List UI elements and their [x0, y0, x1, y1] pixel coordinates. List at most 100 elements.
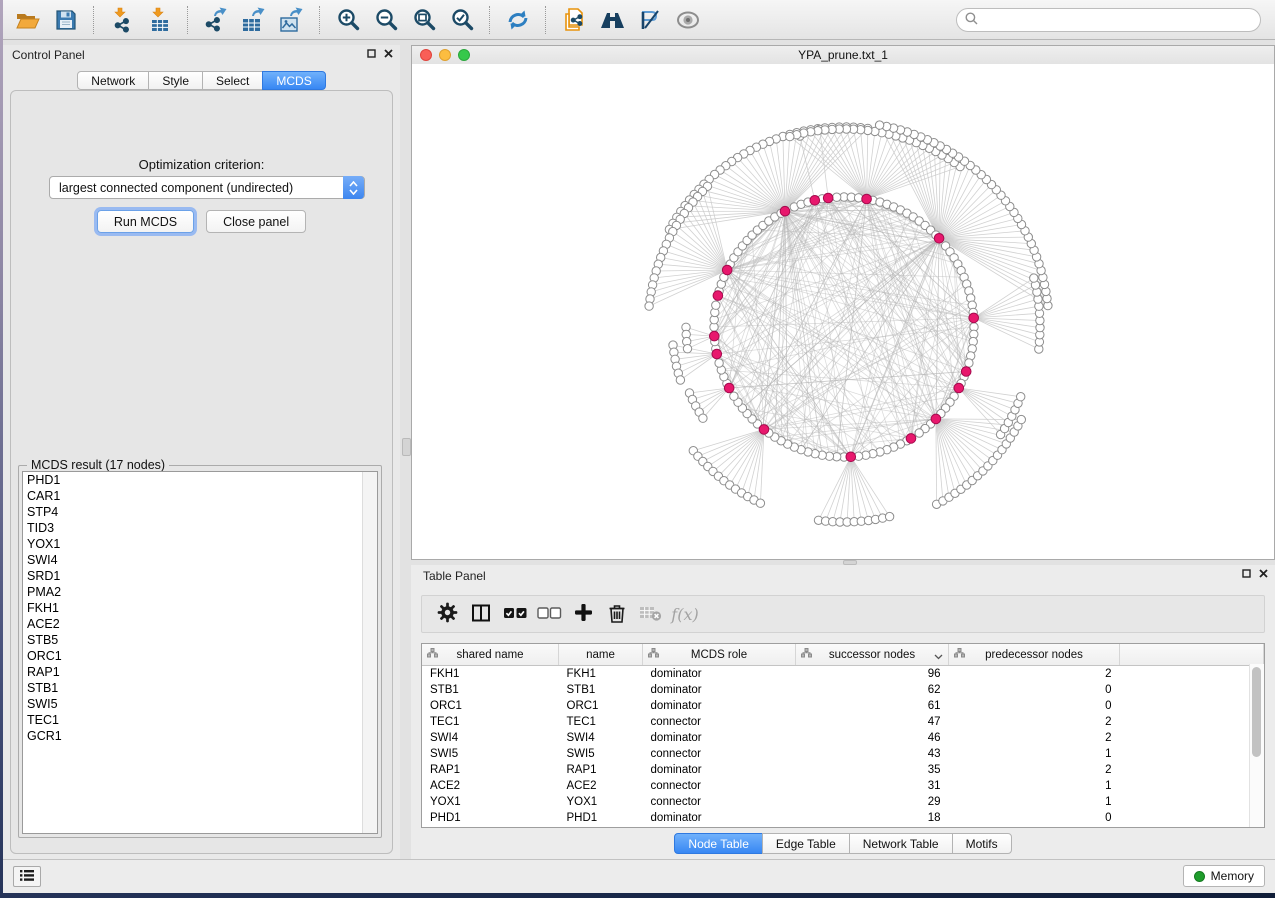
export-image-button[interactable] [275, 4, 309, 36]
main-toolbar [3, 0, 1275, 40]
toolbar-separator [93, 6, 95, 34]
open-session-button[interactable] [11, 4, 45, 36]
tab-edge-table[interactable]: Edge Table [762, 833, 850, 854]
list-item[interactable]: CAR1 [23, 488, 377, 504]
zoom-out-button[interactable] [369, 4, 403, 36]
float-panel-button[interactable] [367, 49, 376, 58]
list-item[interactable]: STB1 [23, 680, 377, 696]
list-item[interactable]: YOX1 [23, 536, 377, 552]
list-item[interactable]: SWI4 [23, 552, 377, 568]
select-stepper-icon [343, 176, 364, 199]
list-item[interactable]: GCR1 [23, 728, 377, 744]
list-item[interactable]: ACE2 [23, 616, 377, 632]
toolbar-icon-group [9, 0, 707, 39]
list-item[interactable]: PHD1 [23, 472, 377, 488]
delete-column-button[interactable] [600, 598, 634, 630]
mcds-tab-panel: Optimization criterion: largest connecte… [10, 90, 393, 854]
column-header-name[interactable]: name [559, 644, 643, 666]
toolbar-separator [187, 6, 189, 34]
table-row[interactable]: TEC1TEC1connector472 [422, 714, 1264, 730]
open-session-icon [15, 8, 41, 32]
splitter-grip[interactable] [402, 438, 411, 456]
save-session-button[interactable] [49, 4, 83, 36]
vertical-splitter[interactable] [400, 40, 411, 860]
memory-button[interactable]: Memory [1183, 865, 1265, 887]
column-header-predecessor-nodes[interactable]: predecessor nodes [949, 644, 1120, 666]
column-header-shared-name[interactable]: shared name [422, 644, 559, 666]
column-header-successor-nodes[interactable]: successor nodes [796, 644, 949, 666]
list-item[interactable]: ORC1 [23, 648, 377, 664]
tab-style[interactable]: Style [148, 71, 203, 90]
column-header-MCDS-role[interactable]: MCDS role [643, 644, 796, 666]
table-panel-title: Table Panel [423, 569, 486, 583]
close-table-panel-button[interactable] [1259, 569, 1268, 578]
zoom-selected-button[interactable] [445, 4, 479, 36]
refresh-layout-button[interactable] [501, 4, 535, 36]
tab-mcds[interactable]: MCDS [262, 71, 325, 90]
list-item[interactable]: STB5 [23, 632, 377, 648]
table-scrollbar-thumb[interactable] [1252, 667, 1261, 757]
import-table-button[interactable] [143, 4, 177, 36]
zoom-in-button[interactable] [331, 4, 365, 36]
add-column-button[interactable] [566, 598, 600, 630]
table-row[interactable]: RAP1RAP1dominator352 [422, 762, 1264, 778]
table-row[interactable]: ORC1ORC1dominator610 [422, 698, 1264, 714]
column-header-filler [1120, 644, 1264, 666]
toolbar-separator [489, 6, 491, 34]
table-row[interactable]: PHD1PHD1dominator180 [422, 810, 1264, 826]
zoom-out-icon [374, 7, 399, 32]
list-item[interactable]: TEC1 [23, 712, 377, 728]
network-window: YPA_prune.txt_1 [411, 45, 1275, 560]
list-item[interactable]: PMA2 [23, 584, 377, 600]
export-table-icon [241, 7, 268, 33]
hide-selected-button[interactable] [633, 4, 667, 36]
list-item[interactable]: STP4 [23, 504, 377, 520]
tab-network[interactable]: Network [77, 71, 149, 90]
tab-motifs[interactable]: Motifs [952, 833, 1012, 854]
mcds-result-list[interactable]: PHD1CAR1STP4TID3YOX1SWI4SRD1PMA2FKH1ACE2… [22, 471, 378, 834]
table-row[interactable]: FKH1FKH1dominator962 [422, 666, 1264, 683]
criterion-selected-value: largest connected component (undirected) [59, 181, 293, 195]
table-settings-button[interactable] [430, 598, 464, 630]
search-input[interactable] [956, 8, 1261, 32]
close-panel-button[interactable] [384, 49, 393, 58]
clone-network-button[interactable] [557, 4, 591, 36]
deselect-all-checkbox-button[interactable] [532, 598, 566, 630]
select-all-checkbox-icon [503, 606, 528, 623]
table-row[interactable]: SWI4SWI4dominator462 [422, 730, 1264, 746]
network-graph[interactable] [412, 64, 1274, 559]
export-network-button[interactable] [199, 4, 233, 36]
refresh-layout-icon [505, 8, 531, 32]
run-mcds-button[interactable]: Run MCDS [97, 210, 194, 233]
tab-network-table[interactable]: Network Table [849, 833, 953, 854]
mcds-list-scrollbar[interactable] [362, 472, 377, 833]
show-panels-button[interactable] [13, 866, 41, 887]
import-network-button[interactable] [105, 4, 139, 36]
export-table-button[interactable] [237, 4, 271, 36]
tab-select[interactable]: Select [202, 71, 263, 90]
list-item[interactable]: TID3 [23, 520, 377, 536]
show-columns-button[interactable] [464, 598, 498, 630]
import-network-icon [110, 7, 134, 33]
list-item[interactable]: SRD1 [23, 568, 377, 584]
close-panel-button-mcds[interactable]: Close panel [206, 210, 306, 233]
list-item[interactable]: FKH1 [23, 600, 377, 616]
list-item[interactable]: SWI5 [23, 696, 377, 712]
network-canvas[interactable] [412, 64, 1274, 559]
mcds-result-title: MCDS result (17 nodes) [27, 458, 169, 472]
table-row[interactable]: YOX1YOX1connector291 [422, 794, 1264, 810]
table-scrollbar[interactable] [1249, 664, 1264, 827]
control-panel-tabs: NetworkStyleSelectMCDS [3, 71, 400, 90]
zoom-fit-button[interactable] [407, 4, 441, 36]
tab-node-table[interactable]: Node Table [674, 833, 763, 854]
deselect-all-checkbox-icon [537, 606, 562, 623]
criterion-select[interactable]: largest connected component (undirected) [49, 176, 365, 199]
select-all-checkbox-button[interactable] [498, 598, 532, 630]
show-hidden-button[interactable] [671, 4, 705, 36]
search-network-button[interactable] [595, 4, 629, 36]
list-item[interactable]: RAP1 [23, 664, 377, 680]
table-row[interactable]: ACE2ACE2connector311 [422, 778, 1264, 794]
table-row[interactable]: STB1STB1dominator620 [422, 682, 1264, 698]
table-row[interactable]: SWI5SWI5connector431 [422, 746, 1264, 762]
float-table-panel-button[interactable] [1242, 569, 1251, 578]
